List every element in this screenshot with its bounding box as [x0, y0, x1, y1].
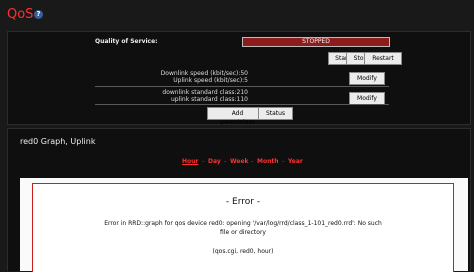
page-title: QoS [7, 7, 34, 22]
tab-separator: - [251, 158, 254, 165]
divider [95, 86, 389, 87]
graph-panel: red0 Graph, Uplink Hour - Day - Week - M… [7, 128, 471, 272]
tab-week[interactable]: Week [230, 158, 249, 165]
help-icon[interactable]: ? [34, 10, 43, 19]
restart-button[interactable]: Restart [364, 52, 402, 65]
tab-separator: - [202, 158, 205, 165]
error-box: - Error - Error in RRD::graph for qos de… [32, 183, 454, 272]
graph-area: - Error - Error in RRD::graph for qos de… [20, 178, 468, 272]
tab-year[interactable]: Year [288, 158, 303, 165]
error-params: (qos.cgi, red0, hour) [212, 248, 274, 255]
qos-settings-panel: Quality of Service: STOPPED Start Stop R… [7, 31, 471, 126]
status-button[interactable]: Status [258, 107, 293, 120]
error-message: Error in RRD::graph for qos device red0:… [104, 220, 382, 236]
downlink-speed-text: Downlink speed (kbit/sec):50 [160, 70, 248, 77]
graph-title: red0 Graph, Uplink [20, 137, 96, 146]
downlink-class-text: downlink standard class:210 [162, 89, 248, 96]
divider [95, 104, 389, 105]
status-badge: STOPPED [242, 37, 390, 47]
tab-day[interactable]: Day [208, 158, 221, 165]
modify-speed-button[interactable]: Modify [349, 72, 385, 85]
tab-month[interactable]: Month [257, 158, 279, 165]
tab-separator: - [282, 158, 285, 165]
tab-separator: - [224, 158, 227, 165]
error-title: - Error - [225, 197, 261, 207]
uplink-class-text: uplink standard class:110 [170, 96, 248, 103]
qos-label: Quality of Service: [95, 38, 158, 45]
uplink-speed-text: Uplink speed (kbit/sec):5 [173, 77, 248, 84]
tab-hour[interactable]: Hour [182, 158, 198, 165]
